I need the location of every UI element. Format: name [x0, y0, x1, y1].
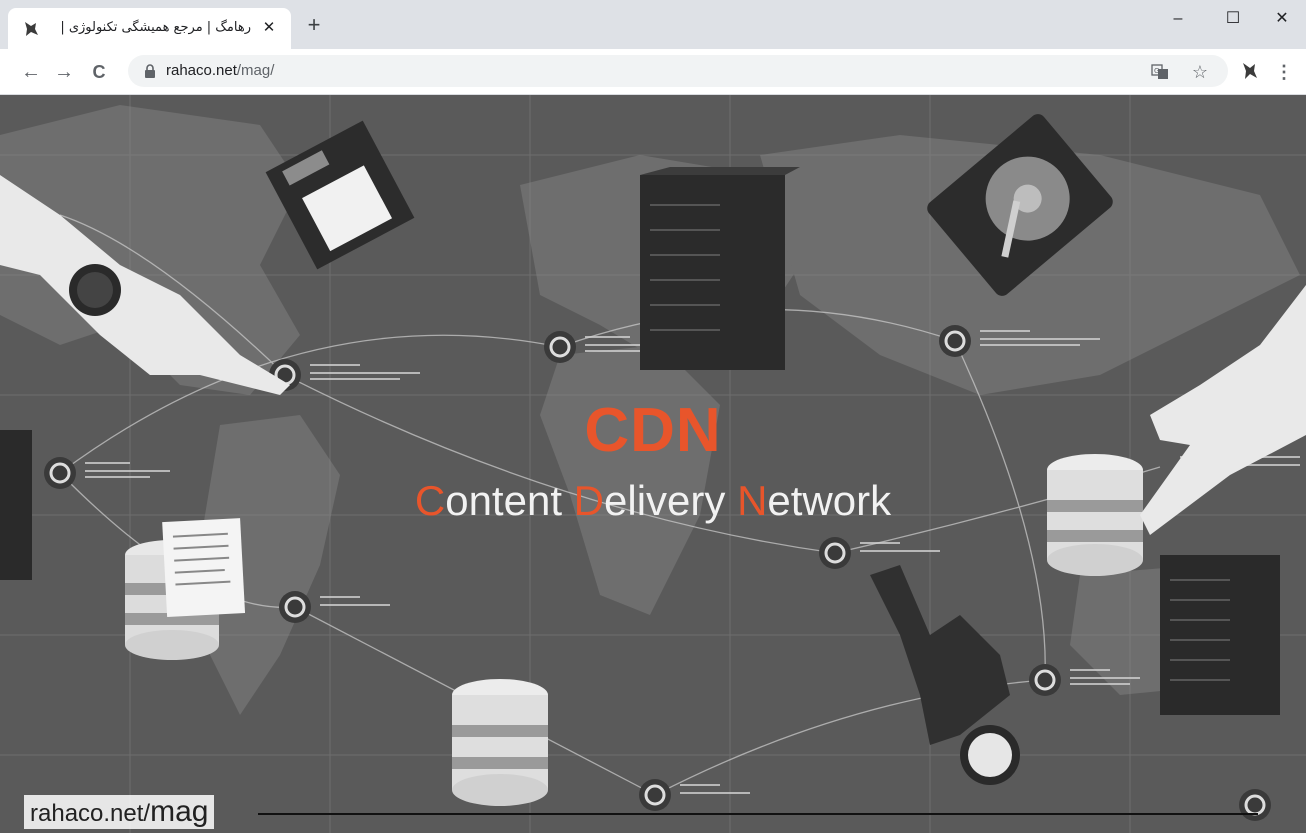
subtitle-part: etwork	[767, 477, 892, 524]
subtitle-part: N	[737, 477, 768, 524]
lock-icon	[145, 64, 155, 78]
browser-toolbar: ← → C rahaco.net/mag/ G ☆ ⋮	[0, 49, 1306, 95]
minimize-button[interactable]: –	[1155, 8, 1201, 30]
database-bottom-center	[452, 679, 548, 806]
browser-menu-button[interactable]: ⋮	[1274, 59, 1294, 85]
tab-close-icon[interactable]: ✕	[259, 18, 279, 38]
bookmark-star-icon[interactable]: ☆	[1190, 62, 1210, 82]
subtitle-part: ontent	[445, 477, 574, 524]
watermark-suffix: mag	[150, 795, 209, 828]
tab-title: رهامگ | مرجع همیشگی تکنولوژی |	[60, 20, 251, 35]
subtitle-part: D	[573, 477, 605, 524]
watermark-divider	[258, 813, 1258, 815]
browser-tab[interactable]: رهامگ | مرجع همیشگی تکنولوژی | ✕	[8, 8, 291, 49]
cdn-subtitle: Content Delivery Network	[0, 477, 1306, 525]
maximize-button[interactable]: ☐	[1210, 8, 1256, 30]
title-bar: رهامگ | مرجع همیشگی تکنولوژی | ✕ + – ☐ ✕	[0, 0, 1306, 49]
translate-icon[interactable]: G	[1150, 62, 1170, 82]
server-rack-right	[1160, 555, 1280, 715]
subtitle-part: C	[414, 477, 446, 524]
url-host: rahaco.net	[166, 62, 237, 79]
favicon-icon	[25, 22, 38, 36]
cdn-title: CDN	[584, 396, 722, 465]
close-window-button[interactable]: ✕	[1259, 8, 1305, 30]
hero-image: CDN Content Delivery Network rahaco.net/…	[0, 95, 1306, 833]
server-rack-center	[640, 167, 800, 370]
subtitle-part: elivery	[604, 477, 738, 524]
url-text: rahaco.net/mag/	[166, 62, 274, 79]
reload-button[interactable]: C	[86, 59, 112, 85]
address-bar[interactable]: rahaco.net/mag/ G ☆	[128, 55, 1228, 87]
new-tab-button[interactable]: +	[302, 14, 326, 38]
url-path: /mag/	[236, 62, 275, 79]
watermark-url: rahaco.net/mag	[24, 795, 215, 829]
extension-icon[interactable]	[1240, 61, 1260, 81]
svg-text:G: G	[1154, 67, 1159, 75]
back-button[interactable]: ←	[18, 59, 44, 85]
forward-button[interactable]: →	[51, 59, 77, 85]
watermark-prefix: rahaco.net/	[30, 800, 151, 827]
hand-bottom	[870, 565, 1020, 785]
